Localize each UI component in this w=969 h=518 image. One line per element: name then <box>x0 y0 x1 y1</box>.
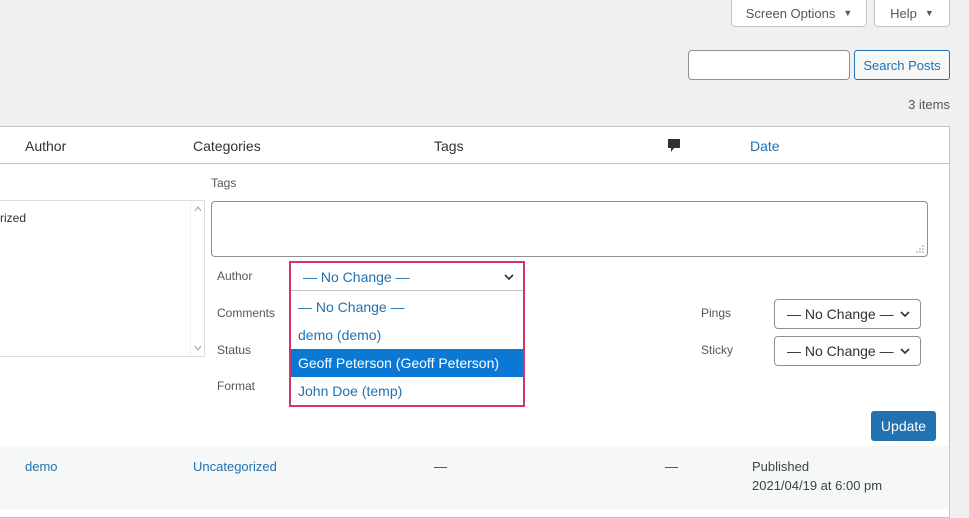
sticky-select[interactable]: — No Change — <box>774 336 921 366</box>
screen-options-button[interactable]: Screen Options ▼ <box>731 0 867 27</box>
column-categories: Categories <box>193 138 261 154</box>
pings-select-value: — No Change — <box>787 306 894 322</box>
help-label: Help <box>890 5 917 21</box>
author-option[interactable]: — No Change — <box>291 293 523 321</box>
column-date[interactable]: Date <box>750 138 780 154</box>
tags-label: Tags <box>211 176 237 190</box>
comments-label: Comments <box>217 306 276 320</box>
posts-table: Author Categories Tags Date Tags rized A… <box>0 126 950 518</box>
search-input[interactable] <box>688 50 850 80</box>
caret-down-icon: ▼ <box>843 8 853 18</box>
row-categories[interactable]: Uncategorized <box>193 459 277 474</box>
table-header: Author Categories Tags Date <box>0 127 949 164</box>
author-select[interactable]: — No Change — <box>291 263 523 291</box>
pings-label: Pings <box>701 306 732 320</box>
chevron-down-icon <box>900 348 910 355</box>
comment-bubble-icon[interactable] <box>667 138 681 156</box>
author-option-selected[interactable]: Geoff Peterson (Geoff Peterson) <box>291 349 523 377</box>
search-posts-button[interactable]: Search Posts <box>854 50 950 80</box>
format-label: Format <box>217 379 256 393</box>
tags-textarea[interactable] <box>211 201 928 257</box>
author-option[interactable]: John Doe (temp) <box>291 377 523 405</box>
author-select-value: — No Change — <box>303 268 410 285</box>
help-button[interactable]: Help ▼ <box>874 0 950 27</box>
category-scrollbar[interactable] <box>190 201 204 356</box>
row-tags: — <box>434 459 447 474</box>
scroll-down-icon[interactable] <box>194 345 202 351</box>
author-label: Author <box>217 269 253 283</box>
row-status: Published <box>752 459 810 474</box>
table-row: demo Uncategorized — — Published 2021/04… <box>0 446 949 509</box>
screen-options-label: Screen Options <box>745 5 836 21</box>
status-label: Status <box>217 343 252 357</box>
caret-down-icon: ▼ <box>924 8 934 18</box>
pings-select[interactable]: — No Change — <box>774 299 921 329</box>
update-button[interactable]: Update <box>871 411 936 441</box>
row-comments: — <box>665 459 678 474</box>
category-checklist[interactable]: rized <box>0 200 205 357</box>
column-tags: Tags <box>434 138 464 154</box>
resize-handle-icon[interactable] <box>916 245 924 253</box>
category-item-label: rized <box>0 211 27 225</box>
scroll-up-icon[interactable] <box>194 206 202 212</box>
chevron-down-icon <box>504 274 514 281</box>
sticky-label: Sticky <box>701 343 734 357</box>
author-option[interactable]: demo (demo) <box>291 321 523 349</box>
row-date: 2021/04/19 at 6:00 pm <box>752 478 883 493</box>
author-select-dropdown[interactable]: — No Change — — No Change — demo (demo) … <box>289 261 525 407</box>
chevron-down-icon <box>900 311 910 318</box>
items-count: 3 items <box>908 97 950 112</box>
column-author: Author <box>25 138 67 154</box>
row-author[interactable]: demo <box>25 459 58 474</box>
sticky-select-value: — No Change — <box>787 343 894 359</box>
